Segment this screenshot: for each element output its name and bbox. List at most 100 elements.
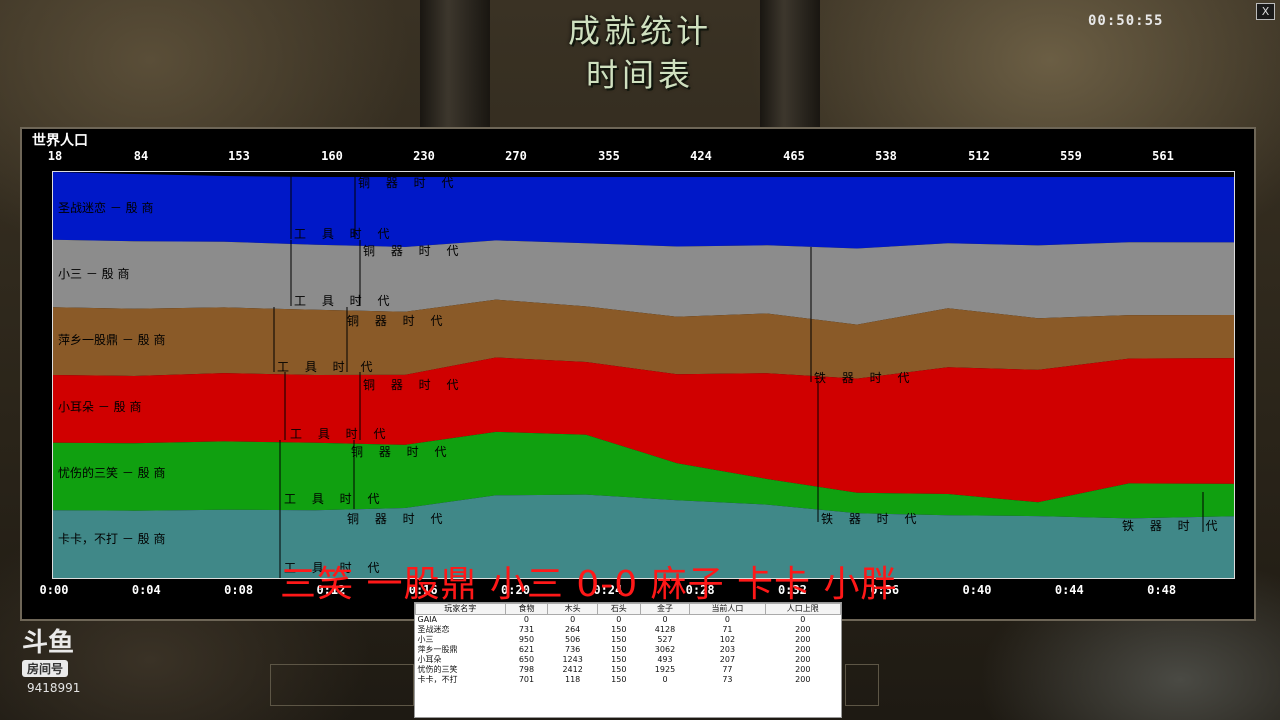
- page-title: 成就统计: [567, 12, 712, 50]
- stats-cell: 200: [795, 625, 811, 634]
- stats-cell: 701: [518, 675, 535, 684]
- footer-box-left: [270, 664, 414, 706]
- stats-row: 小三 950 506 150 527 102 200: [416, 635, 841, 645]
- room-number: 9418991: [27, 681, 81, 695]
- stats-cell: 卡卡，不打: [417, 675, 458, 684]
- stats-cell: 2412: [562, 665, 583, 674]
- panel-title: 世界人口: [32, 133, 88, 149]
- age-label-tool: 工 具 时 代: [294, 294, 396, 308]
- stats-cell: 圣战迷恋: [417, 625, 450, 634]
- age-label-bronze: 铜 器 时 代: [351, 445, 453, 459]
- age-label-iron: 铁 器 时 代: [814, 371, 916, 385]
- stats-cell: 3062: [654, 645, 676, 654]
- stats-row: GAIA 0 0 0 0 0 0: [416, 615, 841, 626]
- population-label: 424: [690, 149, 712, 163]
- stats-cell: 736: [565, 645, 581, 654]
- stats-cell: 527: [657, 635, 673, 644]
- timeline-svg: [53, 172, 1234, 578]
- stats-cell: 71: [722, 625, 733, 634]
- stats-cell: 150: [611, 635, 627, 644]
- player-label-1: 圣战迷恋 － 殷 商: [58, 201, 154, 215]
- game-clock: 00:50:55: [1088, 13, 1164, 29]
- age-label-bronze: 铜 器 时 代: [358, 176, 460, 190]
- stats-cell: 506: [565, 635, 581, 644]
- population-label: 18: [47, 149, 63, 163]
- stats-cell: 200: [795, 675, 811, 684]
- age-label-bronze: 铜 器 时 代: [347, 314, 449, 328]
- time-tick-label: 0:44: [1054, 583, 1084, 597]
- population-label: 84: [133, 149, 149, 163]
- player-label-4: 小耳朵 － 殷 商: [58, 400, 142, 414]
- page-subtitle: 时间表: [585, 56, 694, 94]
- population-label: 270: [505, 149, 527, 163]
- stats-cell: 200: [795, 655, 811, 664]
- stats-cell: 150: [611, 675, 627, 684]
- stats-header-cell: 木头: [547, 603, 598, 615]
- stats-cell: 小三: [417, 635, 434, 644]
- stats-cell: 0: [523, 615, 530, 624]
- population-label: 465: [783, 149, 805, 163]
- stream-overlay-text: 三笑 一股鼎 小三 0-0 麻子 卡卡 小胖: [280, 564, 898, 605]
- stats-header-cell: 玩家名字: [415, 603, 506, 615]
- douyu-logo: 斗鱼 房间号: [22, 628, 92, 677]
- stats-cell: 493: [657, 655, 673, 664]
- population-label: 559: [1060, 149, 1082, 163]
- stats-cell: 1243: [562, 655, 583, 664]
- stats-row: 卡卡，不打 701 118 150 0 73 200: [416, 675, 841, 685]
- population-label: 230: [413, 149, 435, 163]
- stats-cell: 200: [795, 645, 811, 654]
- age-label-bronze: 铜 器 时 代: [363, 244, 465, 258]
- stats-header-cell: 人口上限: [764, 603, 842, 615]
- stats-row: 小耳朵 650 1243 150 493 207 200: [416, 655, 841, 665]
- stats-cell: 621: [518, 645, 535, 654]
- population-label: 561: [1152, 149, 1174, 163]
- age-label-iron: 铁 器 时 代: [1122, 519, 1224, 533]
- stats-cell: 200: [795, 665, 811, 674]
- player-label-3: 萍乡一股鼎 － 殷 商: [58, 333, 166, 347]
- left-pillar: [420, 0, 490, 130]
- population-label: 160: [321, 149, 343, 163]
- population-label: 355: [598, 149, 620, 163]
- stats-cell: 小耳朵: [417, 655, 442, 664]
- stats-cell: 731: [518, 625, 535, 634]
- stats-cell: 73: [722, 675, 733, 684]
- age-label-tool: 工 具 时 代: [277, 360, 379, 374]
- age-label-tool: 工 具 时 代: [294, 227, 396, 241]
- stats-table-panel: 玩家名字 食物 木头 石头 金子 当前人口 人口上限 GAIA 0 0 0 0 0 0 圣战迷恋 731 26…: [414, 602, 842, 718]
- stats-cell: 102: [719, 635, 736, 644]
- stats-header-cell: 食物: [504, 603, 549, 615]
- player-label-5: 忧伤的三笑 － 殷 商: [58, 466, 166, 480]
- stats-cell: 0: [724, 615, 730, 624]
- close-button[interactable]: X: [1256, 3, 1275, 20]
- stats-cell: 150: [611, 625, 627, 634]
- stats-cell: 150: [611, 645, 627, 654]
- stats-row: 忧伤的三笑 798 2412 150 1925 77 200: [416, 665, 841, 675]
- stats-cell: 264: [565, 625, 581, 634]
- stats-cell: 0: [616, 615, 622, 624]
- stats-cell: 118: [565, 675, 581, 684]
- population-label: 538: [875, 149, 897, 163]
- stats-header-cell: 石头: [596, 603, 641, 615]
- time-tick-label: 0:40: [962, 583, 992, 597]
- population-label: 153: [228, 149, 250, 163]
- stats-cell: 150: [611, 665, 627, 674]
- stats-cell: 650: [518, 655, 535, 664]
- stats-row: 圣战迷恋 731 264 150 4128 71 200: [416, 625, 841, 635]
- time-tick-label: 0:08: [224, 583, 254, 597]
- stats-cell: 203: [719, 645, 736, 654]
- stats-cell: 4128: [654, 625, 676, 634]
- stats-cell: 0: [570, 615, 576, 624]
- player-label-2: 小三 － 殷 商: [58, 267, 130, 281]
- logo-text: 斗鱼: [22, 628, 75, 658]
- stats-header-cell: 金子: [639, 603, 691, 615]
- age-label-tool: 工 具 时 代: [290, 427, 392, 441]
- footer-box-right: [845, 664, 879, 706]
- stats-cell: 忧伤的三笑: [417, 665, 458, 674]
- time-tick-label: 0:48: [1147, 583, 1177, 597]
- stats-cell: 200: [795, 635, 811, 644]
- age-label-bronze: 铜 器 时 代: [347, 512, 449, 526]
- timeline-chart: [52, 171, 1235, 579]
- time-tick-label: 0:04: [131, 583, 161, 597]
- age-label-tool: 工 具 时 代: [284, 492, 386, 506]
- age-label-iron: 铁 器 时 代: [821, 512, 923, 526]
